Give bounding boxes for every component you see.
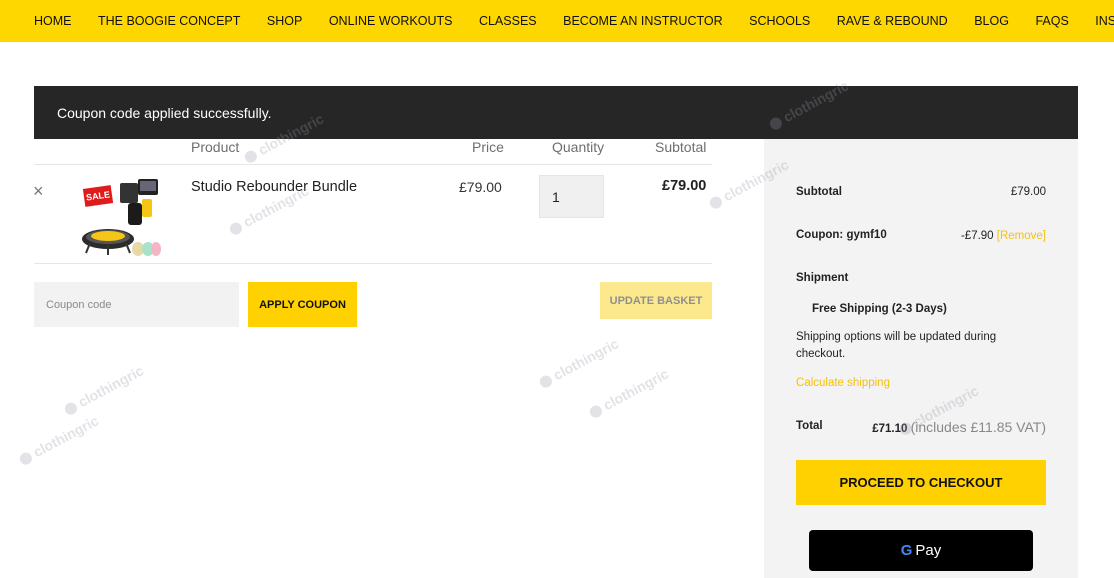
shipping-note: Shipping options will be updated during … <box>796 331 997 360</box>
remove-item-button[interactable]: × <box>33 181 44 202</box>
notice-text: Coupon code applied successfully. <box>57 104 272 121</box>
google-g-icon: G <box>900 542 913 559</box>
total-amount: £71.10 (includes £11.85 VAT) <box>872 419 1046 435</box>
nav-become-instructor[interactable]: BECOME AN INSTRUCTOR <box>563 14 723 28</box>
product-subtotal: £79.00 <box>662 178 707 194</box>
watermark: clothingric <box>586 365 671 420</box>
header-subtotal: Subtotal <box>655 139 707 155</box>
sale-badge: SALE <box>82 185 114 207</box>
main-nav: HOME THE BOOGIE CONCEPT SHOP ONLINE WORK… <box>0 0 1114 42</box>
nav-home[interactable]: HOME <box>34 14 72 28</box>
remove-coupon-link[interactable]: [Remove] <box>997 230 1046 242</box>
nav-shop[interactable]: SHOP <box>267 14 302 28</box>
update-basket-button[interactable]: UPDATE BASKET <box>600 282 712 319</box>
watermark: clothingric <box>61 362 146 417</box>
calculate-shipping-link[interactable]: Calculate shipping <box>796 377 890 389</box>
nav-faqs[interactable]: FAQS <box>1035 14 1068 28</box>
header-quantity: Quantity <box>552 139 605 155</box>
product-name-link[interactable]: Studio Rebounder Bundle <box>191 179 357 195</box>
proceed-to-checkout-button[interactable]: PROCEED TO CHECKOUT <box>796 460 1046 505</box>
nav-instructor-portal[interactable]: INSTRUCTOR PORTAL <box>1095 14 1114 28</box>
total-value: £71.10 <box>872 423 908 435</box>
subtotal-label: Subtotal <box>796 186 842 198</box>
watermark: clothingric <box>536 335 621 390</box>
divider <box>34 263 712 264</box>
divider <box>34 164 712 165</box>
subtotal-value: £79.00 <box>1010 186 1046 198</box>
google-pay-button[interactable]: G Pay <box>809 530 1033 571</box>
nav-online-workouts[interactable]: ONLINE WORKOUTS <box>329 14 453 28</box>
shipment-label: Shipment <box>796 272 849 284</box>
header-price: Price <box>472 139 504 155</box>
product-price: £79.00 <box>459 179 502 195</box>
nav-classes[interactable]: CLASSES <box>479 14 537 28</box>
shipping-option: Free Shipping (2-3 Days) <box>812 303 947 315</box>
quantity-input[interactable] <box>539 175 604 218</box>
nav-blog[interactable]: BLOG <box>974 14 1009 28</box>
watermark: clothingric <box>16 412 101 467</box>
nav-rave-rebound[interactable]: RAVE & REBOUND <box>837 14 948 28</box>
nav-boogie-concept[interactable]: THE BOOGIE CONCEPT <box>98 14 240 28</box>
coupon-discount: -£7.90 [Remove] <box>961 230 1046 242</box>
coupon-value: -£7.90 <box>960 230 994 242</box>
coupon-success-notice: Coupon code applied successfully. <box>34 86 1078 139</box>
nav-schools[interactable]: SCHOOLS <box>749 14 810 28</box>
gpay-label: Pay <box>915 542 942 559</box>
product-thumbnail[interactable]: SALE <box>80 173 162 257</box>
rebounder-image <box>82 179 161 256</box>
header-product: Product <box>191 139 240 155</box>
total-vat: (includes £11.85 VAT) <box>910 419 1046 435</box>
total-label: Total <box>796 420 823 432</box>
coupon-label: Coupon: gymf10 <box>796 229 887 241</box>
coupon-code-input[interactable] <box>34 282 239 327</box>
apply-coupon-button[interactable]: APPLY COUPON <box>248 282 357 327</box>
